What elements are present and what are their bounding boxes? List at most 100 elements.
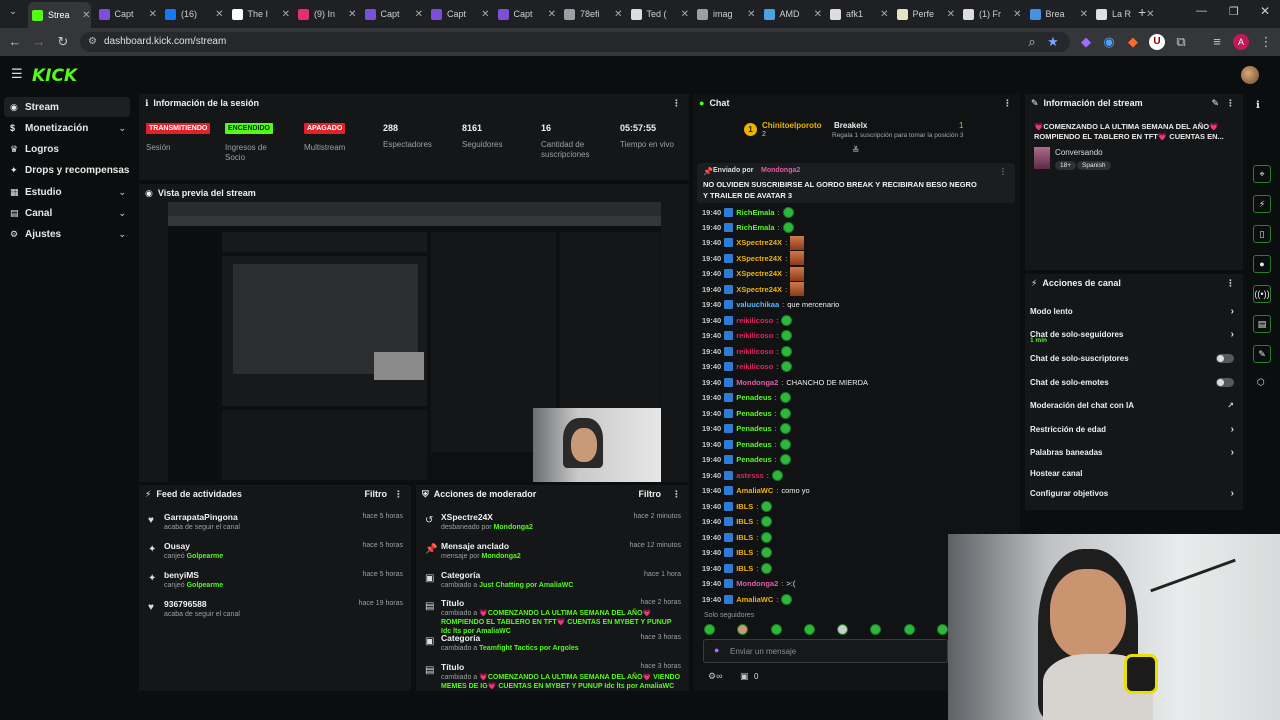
browser-tab[interactable]: Capt ✕ [427, 4, 490, 24]
channel-action-item[interactable]: Chat de solo-seguidores 1 min › [1030, 325, 1240, 345]
feed-user[interactable]: benyiMS [164, 570, 199, 580]
channel-action-item[interactable]: Moderación del chat con IA ↗ [1030, 396, 1240, 414]
emote-5[interactable] [837, 624, 849, 635]
tab-close-icon[interactable]: ✕ [614, 9, 622, 20]
toggle-switch[interactable] [1216, 377, 1234, 387]
sidebar-item[interactable]: ⚙ Ajustes ⌄ [4, 225, 130, 245]
profile-avatar[interactable]: A [1233, 34, 1249, 50]
emote-8[interactable] [936, 624, 948, 635]
toggle-switch[interactable] [1216, 353, 1234, 363]
list-icon[interactable]: ▤ [1253, 315, 1271, 333]
chat-username[interactable]: RichEmala [736, 223, 774, 232]
browser-tab[interactable]: (1) Fr ✕ [959, 4, 1022, 24]
chat-icon[interactable]: ● [1253, 255, 1271, 273]
chat-username[interactable]: Mondonga2 [736, 378, 778, 387]
tab-close-icon[interactable]: ✕ [215, 9, 223, 20]
chat-username[interactable]: RichEmala [736, 208, 774, 217]
stream-video[interactable] [168, 202, 661, 482]
category-name[interactable]: Conversando [1055, 148, 1103, 157]
browser-tab[interactable]: Capt ✕ [494, 4, 556, 24]
tab-close-icon[interactable]: ✕ [548, 9, 556, 20]
extensions-puzzle-icon[interactable]: ⧉ [1173, 34, 1189, 50]
chat-username[interactable]: reikilicoso [736, 362, 773, 371]
extension-2-icon[interactable]: ◉ [1101, 34, 1117, 50]
tab-close-icon[interactable]: ✕ [481, 9, 489, 20]
chat-username[interactable]: Penadeus [736, 424, 771, 433]
chat-username[interactable]: Penadeus [736, 393, 771, 402]
browser-tab[interactable]: Capt ✕ [95, 4, 157, 24]
chat-username[interactable]: XSpectre24X [736, 254, 782, 263]
chat-username[interactable]: IBLS [736, 564, 753, 573]
wrench-icon[interactable]: ✎ [1253, 345, 1271, 363]
back-icon[interactable]: ← [7, 34, 23, 50]
tab-close-icon[interactable]: ✕ [149, 9, 157, 20]
close-window-button[interactable]: ✕ [1260, 4, 1270, 18]
sidebar-item[interactable]: $ Monetización ⌄ [4, 118, 130, 138]
infinity-icon[interactable]: ⚙∞ [708, 671, 722, 682]
top-gifter-user[interactable]: Chinitoelporoto [762, 121, 822, 130]
tab-search-button[interactable]: ⌄ [6, 6, 20, 20]
tab-close-icon[interactable]: ✕ [814, 9, 822, 20]
bookmark-star-icon[interactable]: ★ [1045, 34, 1061, 50]
chat-username[interactable]: reikilicoso [736, 347, 773, 356]
panel-menu-icon[interactable]: ⋮ [672, 98, 681, 109]
chat-username[interactable]: Penadeus [736, 440, 771, 449]
chevron-down-icon[interactable]: ⌄ [118, 208, 126, 219]
edit-icon[interactable]: ✎ [1211, 98, 1219, 109]
minimize-button[interactable]: — [1196, 5, 1207, 17]
channel-action-item[interactable]: Configurar objetivos › [1030, 484, 1240, 502]
browser-tab[interactable]: (16) ✕ [161, 4, 224, 24]
browser-tab[interactable]: AMD ✕ [760, 4, 822, 24]
broadcast-icon[interactable]: ((•)) [1253, 285, 1271, 303]
panel-menu-icon[interactable]: ⋮ [672, 489, 681, 500]
tab-close-icon[interactable]: ✕ [681, 9, 689, 20]
chat-username[interactable]: XSpectre24X [736, 238, 782, 247]
pinned-message[interactable]: 📌 Enviado por Mondonga2 NO OLVIDEN SUSCR… [697, 163, 1015, 203]
browser-tab[interactable]: (9) In ✕ [294, 4, 357, 24]
sidebar-item[interactable]: ♛ Logros [4, 140, 130, 160]
ublock-icon[interactable]: U [1149, 34, 1165, 50]
reload-icon[interactable]: ↻ [55, 34, 71, 50]
info-rail-icon[interactable]: ℹ [1256, 100, 1260, 111]
emote-6[interactable] [870, 624, 882, 635]
panel-menu-icon[interactable]: ⋮ [1226, 98, 1235, 109]
chat-username[interactable]: IBLS [736, 533, 753, 542]
feed-user[interactable]: Ousay [164, 541, 190, 551]
chat-username[interactable]: AmaliaWC [736, 486, 773, 495]
external-link-icon[interactable]: ↗ [1227, 401, 1234, 410]
chat-username[interactable]: IBLS [736, 517, 753, 526]
chevron-down-icon[interactable]: ⌄ [118, 123, 126, 134]
document-icon[interactable]: ▯ [1253, 225, 1271, 243]
zoom-icon[interactable]: ⌕ [1024, 34, 1040, 50]
chat-username[interactable]: XSpectre24X [736, 269, 782, 278]
kick-logo[interactable]: KICK [32, 66, 77, 86]
panel-menu-icon[interactable]: ⋮ [394, 489, 403, 500]
chevron-right-icon[interactable]: › [1231, 447, 1234, 458]
browser-tab[interactable]: Brea ✕ [1026, 4, 1088, 24]
tab-close-icon[interactable]: ✕ [880, 9, 888, 20]
pinned-by[interactable]: Mondonga2 [761, 167, 800, 174]
emote-1[interactable] [704, 624, 715, 635]
gift-footer-icon[interactable]: ▣ [740, 671, 749, 682]
chat-username[interactable]: reikilicoso [736, 331, 773, 340]
tab-close-icon[interactable]: ✕ [1013, 9, 1021, 20]
tab-close-icon[interactable]: ✕ [1080, 9, 1088, 20]
chat-username[interactable]: IBLS [736, 502, 753, 511]
emote-3[interactable] [770, 624, 782, 635]
chat-input[interactable]: ● Enviar un mensaje [703, 639, 948, 663]
feed-filter-button[interactable]: Filtro [365, 489, 388, 499]
chevron-right-icon[interactable]: › [1231, 306, 1234, 317]
emote-4[interactable] [803, 624, 815, 635]
browser-tab[interactable]: Perfe ✕ [893, 4, 955, 24]
chat-username[interactable]: Mondonga2 [736, 579, 778, 588]
maximize-button[interactable]: ❐ [1229, 5, 1239, 18]
collapse-icon[interactable]: ≚ [852, 145, 860, 156]
channel-action-item[interactable]: Chat de solo-suscriptores [1030, 349, 1240, 367]
panel-menu-icon[interactable]: ⋮ [1226, 278, 1235, 289]
feed-user[interactable]: GarrapataPingona [164, 512, 238, 522]
chat-username[interactable]: astesss [736, 471, 764, 480]
gift-user[interactable]: Breakelx [834, 121, 867, 130]
chat-username[interactable]: reikilicoso [736, 316, 773, 325]
browser-menu-icon[interactable]: ⋮ [1258, 34, 1274, 50]
sidebar-item[interactable]: ▦ Estudio ⌄ [4, 182, 130, 202]
